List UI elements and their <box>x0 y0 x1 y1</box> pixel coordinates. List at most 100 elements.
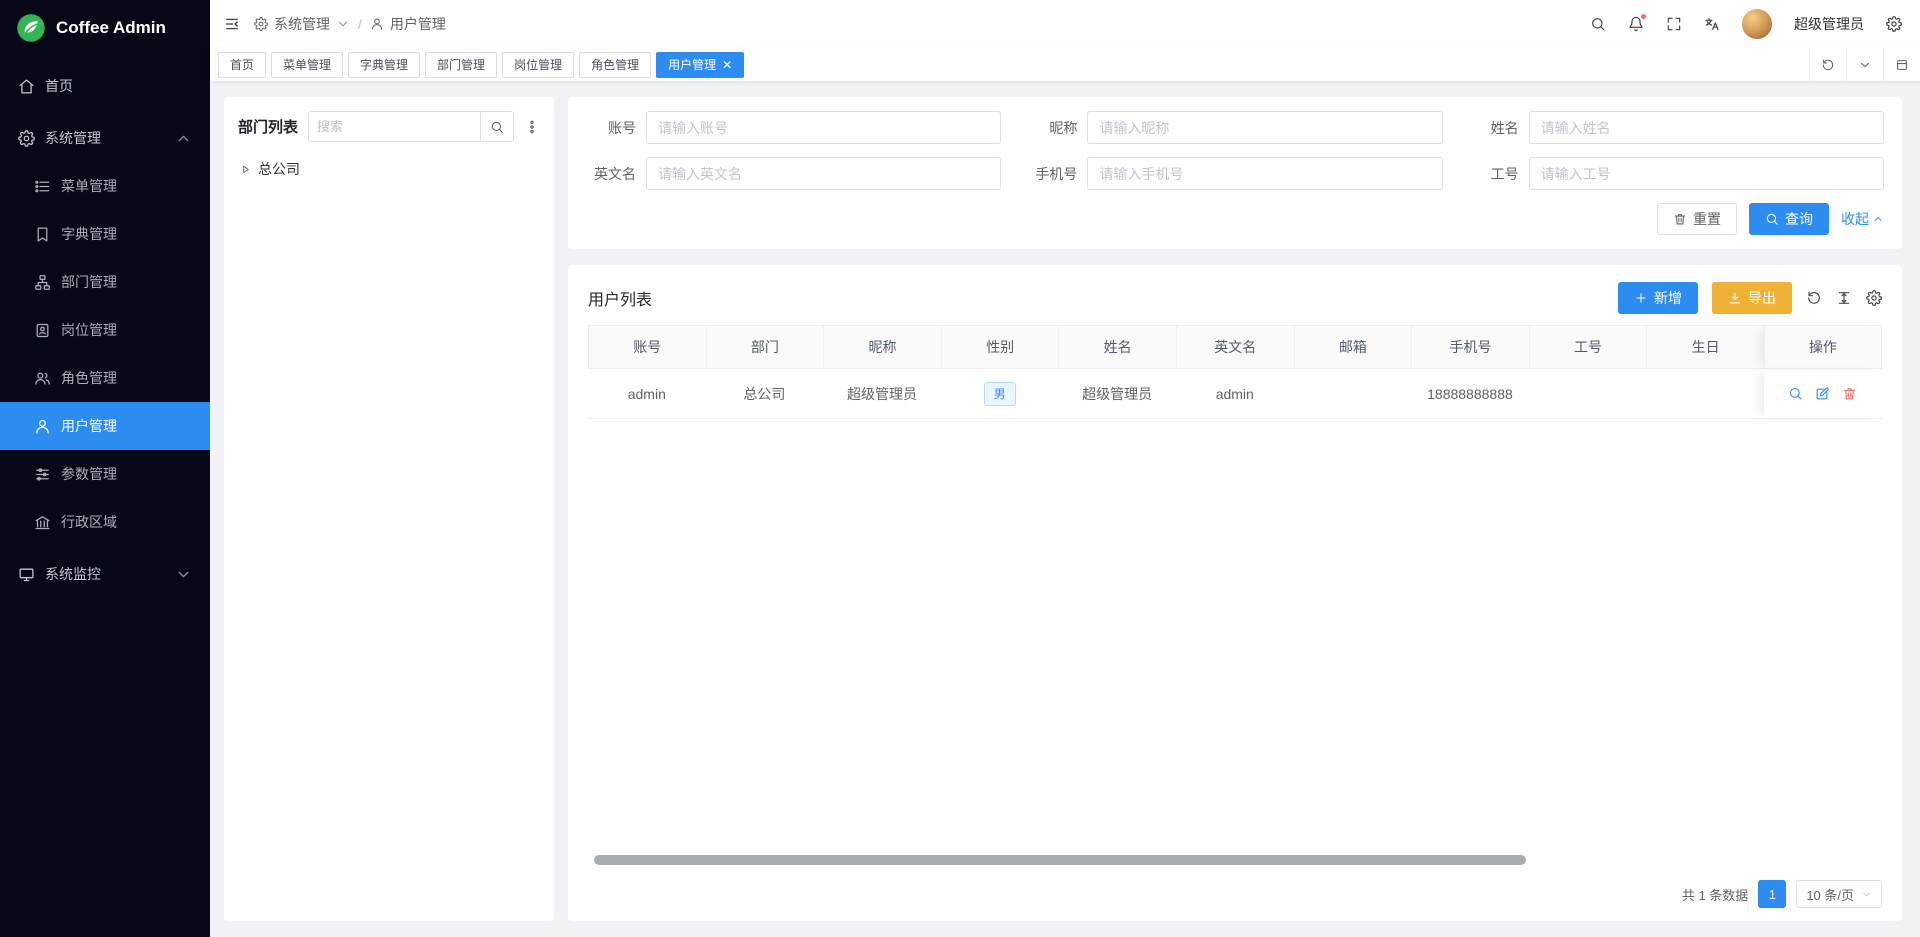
sidebar-item-user-mgmt[interactable]: 用户管理 <box>0 402 210 450</box>
tab-role-mgmt[interactable]: 角色管理 <box>579 52 651 78</box>
field-label: 英文名 <box>586 164 646 184</box>
user-list-title: 用户列表 <box>588 286 652 310</box>
page-number-button[interactable]: 1 <box>1758 880 1786 908</box>
column-settings-gear-icon[interactable] <box>1866 290 1882 306</box>
page-size-select[interactable]: 10 条/页 <box>1796 880 1882 908</box>
collapse-button[interactable]: 收起 <box>1841 209 1884 229</box>
home-icon <box>18 78 35 95</box>
sidebar-item-dict-mgmt[interactable]: 字典管理 <box>0 210 210 258</box>
sidebar-item-label: 岗位管理 <box>61 320 117 340</box>
settings-gear-icon[interactable] <box>1886 16 1902 32</box>
department-panel: 部门列表 总公司 <box>224 97 554 921</box>
sidebar-item-menu-mgmt[interactable]: 菜单管理 <box>0 162 210 210</box>
screen-icon <box>1895 58 1909 72</box>
refresh-icon[interactable] <box>1806 290 1822 306</box>
sidebar-item-system[interactable]: 系统管理 <box>0 114 210 162</box>
density-icon[interactable] <box>1836 290 1852 306</box>
menu-fold-icon[interactable] <box>224 16 240 32</box>
column-header-name[interactable]: 姓名 <box>1058 326 1176 368</box>
app-root: Coffee Admin 首页 系统管理 菜单管理 字典管理 <box>0 0 1920 937</box>
tree-item-label: 总公司 <box>258 159 300 179</box>
column-header-phone[interactable]: 手机号 <box>1411 326 1529 368</box>
fullscreen-icon[interactable] <box>1666 16 1682 32</box>
refresh-tab-button[interactable] <box>1809 48 1846 81</box>
column-header-nickname[interactable]: 昵称 <box>823 326 941 368</box>
column-header-account[interactable]: 账号 <box>588 326 706 368</box>
sidebar-item-label: 行政区域 <box>61 512 117 532</box>
add-button[interactable]: 新增 <box>1618 282 1698 314</box>
tab-dept-mgmt[interactable]: 部门管理 <box>425 52 497 78</box>
name-input[interactable] <box>1529 111 1884 144</box>
phone-input[interactable] <box>1087 157 1442 190</box>
sidebar-item-param-mgmt[interactable]: 参数管理 <box>0 450 210 498</box>
trash-icon <box>1673 212 1687 226</box>
column-header-birthday[interactable]: 生日 <box>1646 326 1764 368</box>
search-form: 账号 昵称 姓名 英文名 <box>586 111 1884 190</box>
org-tree-icon <box>34 274 51 291</box>
user-icon <box>34 418 51 435</box>
breadcrumb-system[interactable]: 系统管理 <box>274 14 330 34</box>
notifications-button[interactable] <box>1628 16 1644 32</box>
search-form-card: 账号 昵称 姓名 英文名 <box>568 97 1902 249</box>
column-header-email[interactable]: 邮箱 <box>1294 326 1412 368</box>
tab-menu-mgmt[interactable]: 菜单管理 <box>271 52 343 78</box>
en-name-input[interactable] <box>646 157 1001 190</box>
translate-icon[interactable] <box>1704 16 1720 32</box>
list-icon <box>34 178 51 195</box>
tab-menu-button[interactable] <box>1846 48 1883 81</box>
chevron-down-icon[interactable] <box>336 17 350 31</box>
caret-right-icon[interactable] <box>240 164 251 175</box>
cell-birthday <box>1646 369 1764 418</box>
avatar[interactable] <box>1742 9 1772 39</box>
tab-user-mgmt[interactable]: 用户管理 ✕ <box>656 52 744 78</box>
sidebar-item-region-mgmt[interactable]: 行政区域 <box>0 498 210 546</box>
cell-name: 超级管理员 <box>1058 369 1176 418</box>
tab-dict-mgmt[interactable]: 字典管理 <box>348 52 420 78</box>
sidebar-item-dept-mgmt[interactable]: 部门管理 <box>0 258 210 306</box>
more-options-icon[interactable] <box>524 119 540 135</box>
cell-nickname: 超级管理员 <box>823 369 941 418</box>
query-button[interactable]: 查询 <box>1749 203 1829 235</box>
app-logo[interactable]: Coffee Admin <box>0 0 210 56</box>
people-icon <box>34 370 51 387</box>
edit-icon[interactable] <box>1815 386 1830 401</box>
column-header-en-name[interactable]: 英文名 <box>1176 326 1294 368</box>
search-icon[interactable] <box>1590 16 1606 32</box>
column-header-gender[interactable]: 性别 <box>941 326 1059 368</box>
nickname-input[interactable] <box>1087 111 1442 144</box>
bookmark-icon <box>34 226 51 243</box>
view-icon[interactable] <box>1788 386 1803 401</box>
sidebar-item-role-mgmt[interactable]: 角色管理 <box>0 354 210 402</box>
sidebar-item-label: 参数管理 <box>61 464 117 484</box>
close-icon[interactable]: ✕ <box>722 59 732 71</box>
gear-icon <box>254 17 268 31</box>
sidebar-item-post-mgmt[interactable]: 岗位管理 <box>0 306 210 354</box>
cell-actions <box>1764 369 1882 418</box>
header-actions: 超级管理员 <box>1590 9 1902 39</box>
form-actions: 重置 查询 收起 <box>586 203 1884 235</box>
username[interactable]: 超级管理员 <box>1794 14 1864 34</box>
user-icon <box>370 17 384 31</box>
export-button[interactable]: 导出 <box>1712 282 1792 314</box>
sidebar-item-home[interactable]: 首页 <box>0 62 210 110</box>
work-no-input[interactable] <box>1529 157 1884 190</box>
tree-item-head-office[interactable]: 总公司 <box>238 154 540 184</box>
form-item-account: 账号 <box>586 111 1001 144</box>
table-row[interactable]: admin 总公司 超级管理员 男 超级管理员 admin 1888888888… <box>588 369 1882 419</box>
column-header-work-no[interactable]: 工号 <box>1529 326 1647 368</box>
department-search-button[interactable] <box>480 112 513 141</box>
reset-button[interactable]: 重置 <box>1657 203 1737 235</box>
tab-home[interactable]: 首页 <box>218 52 266 78</box>
delete-icon[interactable] <box>1842 386 1857 401</box>
tab-post-mgmt[interactable]: 岗位管理 <box>502 52 574 78</box>
form-item-phone: 手机号 <box>1027 157 1442 190</box>
sidebar-item-label: 首页 <box>45 76 73 96</box>
sidebar-item-monitor[interactable]: 系统监控 <box>0 550 210 598</box>
department-search-input[interactable] <box>309 112 480 141</box>
coffee-logo-icon <box>16 13 46 43</box>
content-fullscreen-button[interactable] <box>1883 48 1920 81</box>
column-header-dept[interactable]: 部门 <box>706 326 824 368</box>
account-input[interactable] <box>646 111 1001 144</box>
department-panel-header: 部门列表 <box>238 111 540 142</box>
horizontal-scrollbar[interactable] <box>594 855 1526 865</box>
